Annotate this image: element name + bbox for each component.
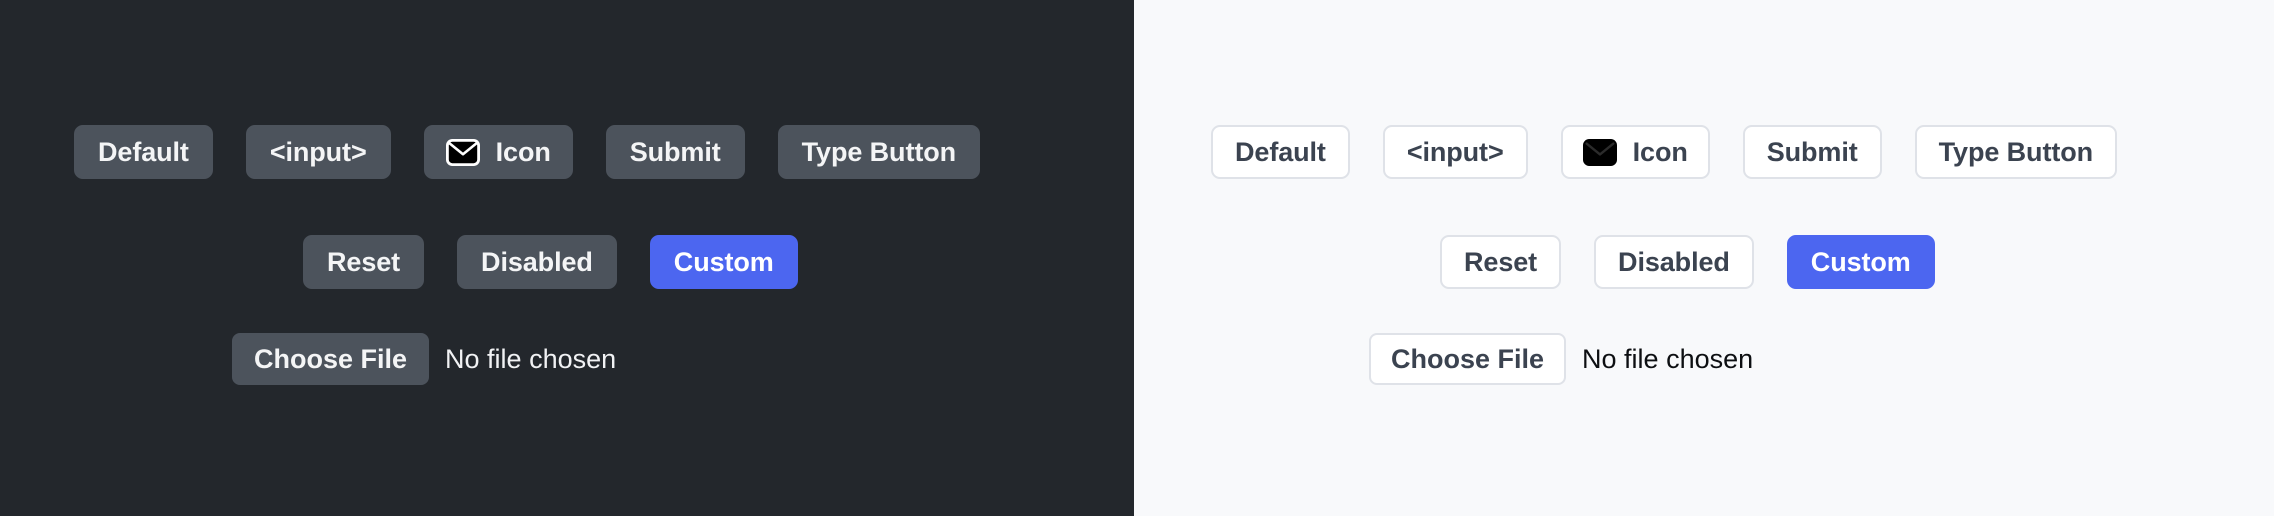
reset-button[interactable]: Reset [303,235,425,289]
type-button[interactable]: Type Button [1914,125,2118,179]
default-button[interactable]: Default [1211,125,1350,179]
dark-file-input-row: Choose File No file chosen [232,333,616,385]
custom-button[interactable]: Custom [649,235,798,289]
reset-button[interactable]: Reset [1440,235,1562,289]
light-secondary-button-row: Reset Disabled Custom [1440,235,1935,289]
envelope-icon [445,138,480,166]
file-input[interactable]: Choose File No file chosen [232,333,616,385]
light-theme-panel: Default <input> Icon Submit Type Button … [1134,0,2274,516]
light-primary-button-row: Default <input> Icon Submit Type Button [1211,125,2118,179]
custom-button[interactable]: Custom [1786,235,1935,289]
icon-button[interactable]: Icon [423,125,573,179]
dark-secondary-button-row: Reset Disabled Custom [303,235,798,289]
icon-button-label: Icon [495,136,551,167]
choose-file-button[interactable]: Choose File [232,333,430,385]
envelope-icon [1582,138,1617,166]
dark-primary-button-row: Default <input> Icon Submit Type Button [74,125,981,179]
choose-file-button[interactable]: Choose File [1369,333,1567,385]
file-status-text: No file chosen [445,343,617,374]
disabled-button: Disabled [457,235,617,289]
button-showcase: Default <input> Icon Submit Type Button … [0,0,2274,516]
type-button[interactable]: Type Button [777,125,981,179]
file-status-text: No file chosen [1582,343,1754,374]
dark-theme-panel: Default <input> Icon Submit Type Button … [0,0,1134,516]
default-button[interactable]: Default [74,125,213,179]
light-file-input-row: Choose File No file chosen [1369,333,1753,385]
submit-button[interactable]: Submit [605,125,745,179]
input-button[interactable]: <input> [245,125,391,179]
disabled-button: Disabled [1594,235,1754,289]
input-button[interactable]: <input> [1382,125,1528,179]
icon-button-label: Icon [1632,136,1688,167]
file-input[interactable]: Choose File No file chosen [1369,333,1753,385]
submit-button[interactable]: Submit [1742,125,1882,179]
icon-button[interactable]: Icon [1560,125,1710,179]
